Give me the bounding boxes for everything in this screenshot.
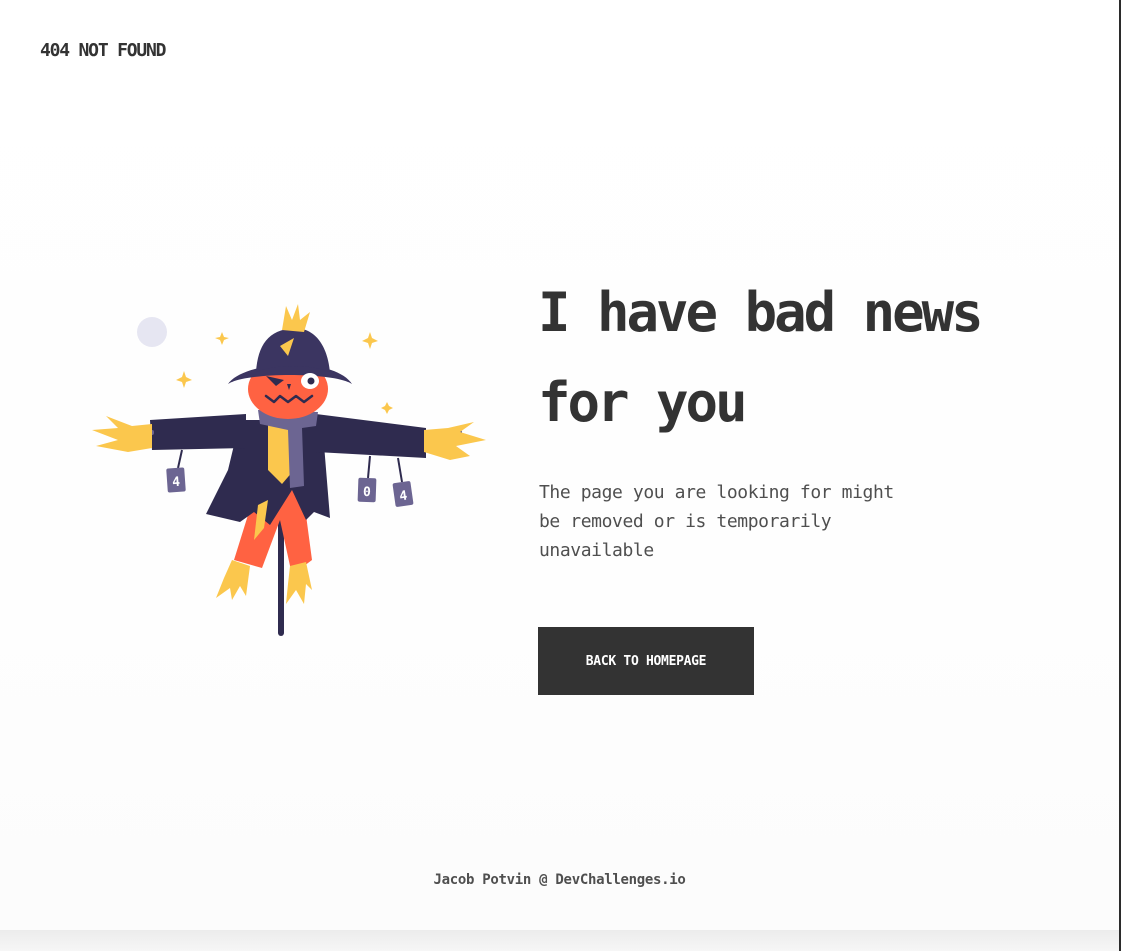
moon-icon (137, 317, 167, 347)
site-logo[interactable]: 404 NOT FOUND (40, 40, 166, 61)
page-background: 404 NOT FOUND 4 0 4 I have bad news for … (0, 0, 1119, 930)
sparkle-icon (215, 332, 229, 345)
straw-hat-top (282, 304, 310, 332)
straw-right-hand (424, 422, 486, 460)
sparkle-icon (176, 371, 192, 388)
sign-string (177, 449, 183, 469)
sign-digit: 4 (172, 475, 181, 491)
straw-left-foot (216, 560, 250, 600)
hat-crown (256, 328, 330, 372)
scarecrow-left-arm (150, 414, 246, 450)
page-headline: I have bad news for you (538, 281, 984, 434)
window-bottom-edge (0, 930, 1119, 951)
sign-string (397, 457, 403, 483)
straw-right-foot (286, 562, 312, 604)
eye-right-pupil (307, 377, 315, 385)
footer-credit[interactable]: Jacob Potvin @ DevChallenges.io (0, 872, 1119, 888)
scarecrow-illustration: 4 0 4 (92, 304, 486, 636)
straw-left-hand (92, 416, 152, 452)
page-description: The page you are looking for might be re… (539, 482, 894, 561)
scarecrow-right-arm (316, 414, 426, 458)
back-to-homepage-button[interactable]: BACK TO HOMEPAGE (538, 627, 754, 695)
sparkle-icon (381, 402, 393, 414)
sign-digit: 0 (363, 485, 372, 500)
sparkle-icon (362, 332, 378, 349)
sign-string (367, 455, 371, 479)
